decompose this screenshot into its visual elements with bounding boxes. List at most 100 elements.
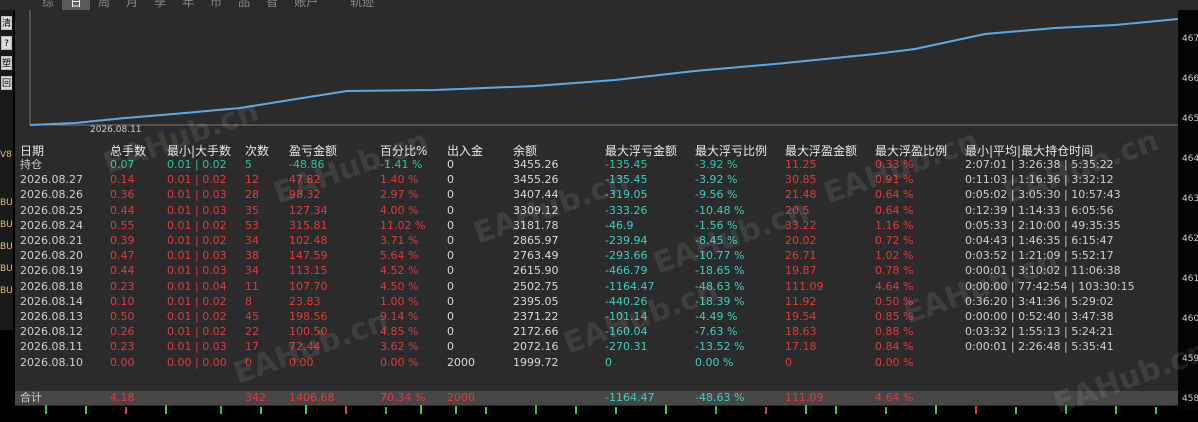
toolbar-button-0[interactable]: 清 xyxy=(1,16,12,30)
column-header[interactable]: 盈亏金额 xyxy=(289,144,337,158)
volume-tick xyxy=(885,407,887,414)
table-cell: 0.00 % xyxy=(695,355,734,369)
tab-3[interactable]: 月 xyxy=(118,0,146,10)
table-cell: 11.25 xyxy=(785,158,817,171)
table-cell: 19.87 xyxy=(785,264,817,278)
column-header[interactable]: 百分比% xyxy=(380,144,427,158)
table-cell: 0.84 % xyxy=(875,340,914,354)
table-cell: 2763.49 xyxy=(513,249,559,263)
table-row[interactable]: 2026.08.11 0.23 0.01 | 0.03 17 72.44 3.62 % 0 2… xyxy=(15,340,1178,354)
table-row[interactable]: 2026.08.18 0.23 0.01 | 0.04 11 107.70 4.50 % 0… xyxy=(15,280,1178,294)
volume-tick xyxy=(420,405,422,414)
period-tabs: 综日周月季年币品智账户 轨迹 xyxy=(34,0,382,10)
toolbar-button-3[interactable]: 回 xyxy=(1,76,12,90)
tab-9[interactable]: 账户 xyxy=(286,0,326,10)
table-row[interactable]: 2026.08.24 0.55 0.01 | 0.02 53 315.81 11.02 %… xyxy=(15,219,1178,233)
table-cell: 127.34 xyxy=(289,203,328,217)
table-cell: 0:03:32 | 1:55:13 | 5:24:21 xyxy=(965,325,1114,339)
table-cell: -10.77 % xyxy=(695,249,745,263)
table-cell: 2026.08.18 xyxy=(20,279,83,293)
axis-label-8: 459 xyxy=(1182,354,1198,364)
column-header[interactable]: 最大浮盈金额 xyxy=(785,144,857,158)
table-cell: 1999.72 xyxy=(513,355,559,369)
table-cell: 4.52 % xyxy=(380,264,419,278)
column-header[interactable]: 最大浮亏比例 xyxy=(695,144,767,158)
table-row[interactable]: 2026.08.10 0.00 0.00 | 0.00 0 0.00 0.00 % 2000… xyxy=(15,356,1178,370)
table-cell: 0:00:01 | 2:26:48 | 5:35:41 xyxy=(965,340,1114,354)
table-cell: 33.22 xyxy=(785,218,817,232)
table-row[interactable]: 2026.08.20 0.47 0.01 | 0.03 38 147.59 5.64 % 0… xyxy=(15,249,1178,263)
table-cell: -319.05 xyxy=(605,188,648,202)
table-cell: 0.64 % xyxy=(875,203,914,217)
volume-tick xyxy=(975,406,977,414)
column-header[interactable]: 最小|平均|最大持仓时间 xyxy=(965,144,1093,158)
tab-6[interactable]: 币 xyxy=(202,0,230,10)
axis-label-0: 467 xyxy=(1182,34,1198,44)
tab-0[interactable]: 综 xyxy=(34,0,62,10)
table-cell: 17.18 xyxy=(785,340,817,354)
table-cell: 0 xyxy=(447,264,454,278)
table-cell: 0 xyxy=(447,203,454,217)
column-header[interactable]: 次数 xyxy=(245,144,269,158)
left-toolbar: 清? 塑回 xyxy=(0,10,13,330)
column-header[interactable]: 最大浮亏金额 xyxy=(605,144,677,158)
tab-2[interactable]: 周 xyxy=(90,0,118,10)
table-cell: 113.15 xyxy=(289,264,328,278)
table-row[interactable]: 2026.08.13 0.50 0.01 | 0.02 45 198.56 9.14 % 0… xyxy=(15,310,1178,324)
table-row[interactable]: 2026.08.12 0.26 0.01 | 0.02 22 100.50 4.85 % 0… xyxy=(15,325,1178,339)
toolbar-button-2[interactable]: 塑 xyxy=(1,56,12,70)
table-cell: 0.91 % xyxy=(875,173,914,187)
tab-1[interactable]: 日 xyxy=(62,0,91,10)
table-cell: 72.44 xyxy=(289,340,321,354)
table-row[interactable]: 持仓 0.07 0.01 | 0.02 5 -48.86 -1.41 % 0 3455.26 -… xyxy=(15,158,1178,172)
table-cell: -8.45 % xyxy=(695,234,738,247)
table-cell: 2026.08.27 xyxy=(20,173,83,187)
table-cell: 0.33 % xyxy=(875,158,914,171)
table-cell: -18.65 % xyxy=(695,264,745,278)
column-header[interactable]: 日期 xyxy=(20,144,44,158)
tab-10[interactable] xyxy=(326,0,342,10)
table-row[interactable]: 2026.08.14 0.10 0.01 | 0.02 8 23.83 1.00 % 0 23… xyxy=(15,295,1178,309)
column-header[interactable]: 最小|大手数 xyxy=(167,144,231,158)
table-cell: 0.23 xyxy=(110,340,135,354)
table-cell: 3309.12 xyxy=(513,203,559,217)
table-cell: 0:05:02 | 3:05:30 | 10:57:43 xyxy=(965,188,1121,202)
table-cell: 0 xyxy=(605,355,612,369)
axis-label-1: 466 xyxy=(1182,74,1198,84)
table-row[interactable]: 2026.08.25 0.44 0.01 | 0.03 35 127.34 4.00 % 0… xyxy=(15,204,1178,218)
column-header[interactable]: 总手数 xyxy=(110,144,146,158)
table-cell: 107.70 xyxy=(289,279,328,293)
column-header[interactable]: 出入金 xyxy=(447,144,483,158)
column-header[interactable]: 余额 xyxy=(513,144,537,158)
table-cell: 4.50 % xyxy=(380,279,419,293)
volume-tick xyxy=(1065,405,1067,414)
table-row[interactable]: 2026.08.19 0.44 0.01 | 0.03 34 113.15 4.52 % 0… xyxy=(15,264,1178,278)
toolbar-button-1[interactable]: ? xyxy=(1,36,12,50)
table-cell: 0:03:52 | 1:21:09 | 5:52:17 xyxy=(965,249,1114,263)
table-row[interactable]: 2026.08.26 0.36 0.01 | 0.03 28 98.32 2.97 % 0 3… xyxy=(15,188,1178,202)
table-cell: 0.55 xyxy=(110,218,135,232)
daily-stats-table: 日期 总手数 最小|大手数 次数 盈亏金额 百分比% 出入金 余额 最大浮亏金额 最大浮亏比例 最大… xyxy=(15,144,1178,406)
tab-8[interactable]: 智 xyxy=(258,0,286,10)
table-cell: 2000 xyxy=(447,355,475,369)
table-cell: 2072.16 xyxy=(513,340,559,354)
side-label-2: BU xyxy=(0,220,13,230)
tab-7[interactable]: 品 xyxy=(230,0,258,10)
tab-11[interactable]: 轨迹 xyxy=(342,0,382,10)
tab-4[interactable]: 季 xyxy=(146,0,174,10)
table-cell: 11.92 xyxy=(785,294,817,308)
table-cell: 0 xyxy=(447,234,454,247)
table-cell: 2026.08.14 xyxy=(20,294,83,308)
table-row[interactable]: 2026.08.21 0.39 0.01 | 0.02 34 102.48 3.71 % 0… xyxy=(15,234,1178,248)
table-row[interactable]: 2026.08.27 0.14 0.01 | 0.02 12 47.82 1.40 % 0 3… xyxy=(15,173,1178,187)
column-header[interactable]: 最大浮盈比例 xyxy=(875,144,947,158)
table-cell: 0 xyxy=(447,173,454,187)
table-cell: 18.63 xyxy=(785,325,817,339)
table-cell: -135.45 xyxy=(605,173,648,187)
table-cell: 35 xyxy=(245,203,259,217)
volume-tick xyxy=(345,406,347,414)
table-cell: 45 xyxy=(245,310,259,323)
table-cell: 0.01 | 0.03 xyxy=(167,188,227,202)
volume-tick xyxy=(260,407,262,414)
tab-5[interactable]: 年 xyxy=(174,0,202,10)
